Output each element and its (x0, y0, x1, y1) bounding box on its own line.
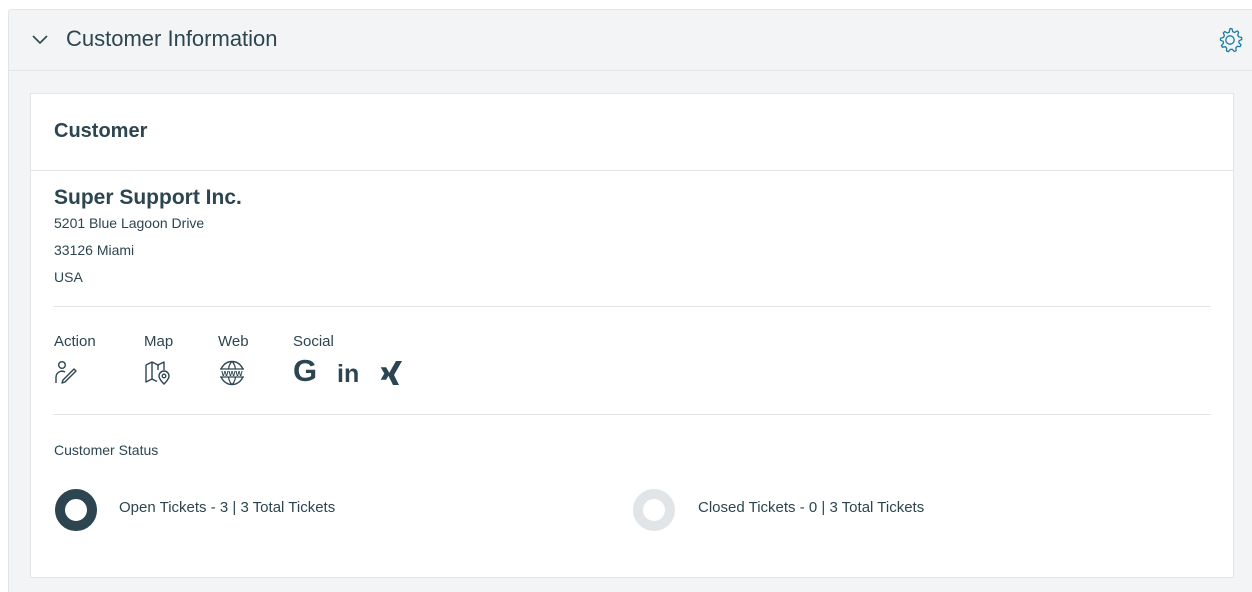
user-edit-icon (55, 361, 77, 384)
gear-icon[interactable] (1216, 26, 1244, 54)
google-link[interactable]: G (293, 355, 317, 386)
widget-header: Customer Information (9, 10, 1252, 71)
open-tickets-donut (55, 489, 97, 531)
closed-tickets-donut (633, 489, 675, 531)
www-globe-icon: WWW (219, 360, 245, 386)
customer-information-widget: Customer Information Customer Super Supp… (8, 9, 1252, 592)
card-header: Customer (31, 94, 1233, 171)
action-label: Action (54, 333, 96, 350)
divider (53, 306, 1211, 307)
organization-name: Super Support Inc. (54, 186, 242, 209)
address-country: USA (54, 269, 83, 285)
map-button[interactable] (144, 359, 172, 387)
action-button[interactable] (54, 359, 80, 387)
web-button[interactable]: WWW (218, 359, 246, 387)
widget-title[interactable]: Customer Information (66, 26, 278, 52)
map-pin-icon (145, 361, 170, 385)
chevron-down-icon[interactable] (31, 32, 49, 46)
divider (53, 414, 1211, 415)
address-city: 33126 Miami (54, 242, 135, 258)
card-title: Customer (54, 120, 148, 142)
closed-tickets-label: Closed Tickets - 0 | 3 Total Tickets (698, 499, 925, 516)
open-tickets-label: Open Tickets - 3 | 3 Total Tickets (119, 499, 336, 516)
address-street: 5201 Blue Lagoon Drive (54, 215, 205, 231)
linkedin-link[interactable]: in (337, 360, 359, 388)
xing-icon[interactable] (378, 360, 406, 388)
social-label: Social (293, 333, 334, 350)
web-label: Web (218, 333, 249, 350)
customer-status-heading: Customer Status (54, 442, 159, 458)
map-label: Map (144, 333, 174, 350)
customer-card: Customer Super Support Inc. 5201 Blue La… (30, 93, 1234, 578)
